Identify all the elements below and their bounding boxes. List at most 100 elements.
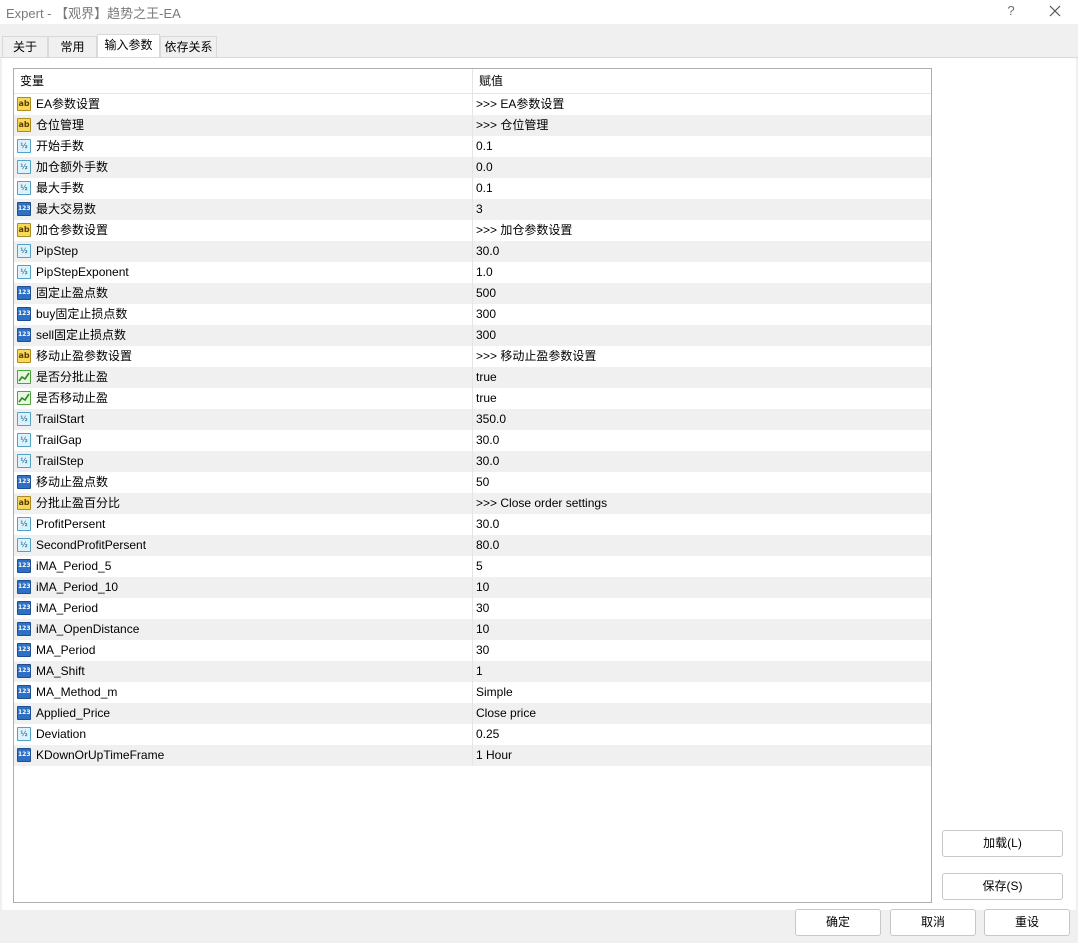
parameter-name-cell[interactable]: 是否分批止盈 xyxy=(14,367,473,388)
parameter-name-cell[interactable]: ab 仓位管理 xyxy=(14,115,473,136)
parameter-row[interactable]: 123 iMA_OpenDistance 10 xyxy=(14,619,931,640)
parameter-row[interactable]: 123 固定止盈点数 500 xyxy=(14,283,931,304)
parameter-name-cell[interactable]: ½ TrailStart xyxy=(14,409,473,430)
parameter-row[interactable]: 123 iMA_Period_10 10 xyxy=(14,577,931,598)
parameter-value-cell[interactable]: true xyxy=(473,367,931,388)
parameter-name-cell[interactable]: 123 MA_Shift xyxy=(14,661,473,682)
parameter-row[interactable]: 123 KDownOrUpTimeFrame 1 Hour xyxy=(14,745,931,766)
parameter-value-cell[interactable]: 350.0 xyxy=(473,409,931,430)
parameter-value-cell[interactable]: 80.0 xyxy=(473,535,931,556)
parameter-value-cell[interactable]: 3 xyxy=(473,199,931,220)
parameter-row[interactable]: ½ 开始手数 0.1 xyxy=(14,136,931,157)
parameter-row[interactable]: 123 Applied_Price Close price xyxy=(14,703,931,724)
tab-input-parameters[interactable]: 输入参数 xyxy=(97,34,160,58)
parameter-name-cell[interactable]: 123 Applied_Price xyxy=(14,703,473,724)
parameter-value-cell[interactable]: 30 xyxy=(473,640,931,661)
parameter-row[interactable]: ab 移动止盈参数设置 >>> 移动止盈参数设置 xyxy=(14,346,931,367)
parameter-row[interactable]: ab 仓位管理 >>> 仓位管理 xyxy=(14,115,931,136)
parameter-row[interactable]: ab 加仓参数设置 >>> 加仓参数设置 xyxy=(14,220,931,241)
parameter-name-cell[interactable]: ab 移动止盈参数设置 xyxy=(14,346,473,367)
cancel-button[interactable]: 取消 xyxy=(890,909,976,936)
parameter-value-cell[interactable]: 0.25 xyxy=(473,724,931,745)
ok-button[interactable]: 确定 xyxy=(795,909,881,936)
parameter-name-cell[interactable]: 123 KDownOrUpTimeFrame xyxy=(14,745,473,766)
parameter-row[interactable]: ½ 最大手数 0.1 xyxy=(14,178,931,199)
parameter-name-cell[interactable]: ½ ProfitPersent xyxy=(14,514,473,535)
parameter-value-cell[interactable]: 50 xyxy=(473,472,931,493)
parameter-value-cell[interactable]: true xyxy=(473,388,931,409)
parameter-name-cell[interactable]: ½ PipStepExponent xyxy=(14,262,473,283)
column-header-value[interactable]: 赋值 xyxy=(473,69,931,93)
parameter-row[interactable]: 是否移动止盈 true xyxy=(14,388,931,409)
parameter-name-cell[interactable]: ½ 最大手数 xyxy=(14,178,473,199)
parameter-value-cell[interactable]: 30.0 xyxy=(473,241,931,262)
parameter-value-cell[interactable]: 1 Hour xyxy=(473,745,931,766)
column-header-variable[interactable]: 变量 xyxy=(14,69,473,93)
help-icon[interactable]: ? xyxy=(1004,1,1018,21)
parameter-value-cell[interactable]: 5 xyxy=(473,556,931,577)
parameter-value-cell[interactable]: 1.0 xyxy=(473,262,931,283)
parameter-name-cell[interactable]: 123 iMA_Period xyxy=(14,598,473,619)
parameter-value-cell[interactable]: >>> EA参数设置 xyxy=(473,94,931,115)
parameter-value-cell[interactable]: >>> 仓位管理 xyxy=(473,115,931,136)
save-button[interactable]: 保存(S) xyxy=(942,873,1063,900)
parameter-value-cell[interactable]: 30.0 xyxy=(473,430,931,451)
parameter-row[interactable]: 123 移动止盈点数 50 xyxy=(14,472,931,493)
parameter-name-cell[interactable]: 123 iMA_Period_10 xyxy=(14,577,473,598)
parameter-value-cell[interactable]: 30.0 xyxy=(473,514,931,535)
parameter-value-cell[interactable]: 0.0 xyxy=(473,157,931,178)
parameter-value-cell[interactable]: >>> 移动止盈参数设置 xyxy=(473,346,931,367)
parameter-row[interactable]: ½ TrailStart 350.0 xyxy=(14,409,931,430)
parameter-row[interactable]: ab 分批止盈百分比 >>> Close order settings xyxy=(14,493,931,514)
parameter-row[interactable]: ½ ProfitPersent 30.0 xyxy=(14,514,931,535)
parameter-name-cell[interactable]: ½ Deviation xyxy=(14,724,473,745)
parameter-row[interactable]: ½ Deviation 0.25 xyxy=(14,724,931,745)
parameter-value-cell[interactable]: Simple xyxy=(473,682,931,703)
parameter-value-cell[interactable]: 0.1 xyxy=(473,136,931,157)
parameter-row[interactable]: 是否分批止盈 true xyxy=(14,367,931,388)
parameter-value-cell[interactable]: 300 xyxy=(473,304,931,325)
parameter-name-cell[interactable]: 123 iMA_Period_5 xyxy=(14,556,473,577)
parameter-name-cell[interactable]: 123 移动止盈点数 xyxy=(14,472,473,493)
parameter-name-cell[interactable]: ab EA参数设置 xyxy=(14,94,473,115)
parameter-row[interactable]: 123 iMA_Period 30 xyxy=(14,598,931,619)
parameter-row[interactable]: 123 MA_Shift 1 xyxy=(14,661,931,682)
parameter-name-cell[interactable]: 123 MA_Period xyxy=(14,640,473,661)
parameter-row[interactable]: ½ 加仓额外手数 0.0 xyxy=(14,157,931,178)
parameter-value-cell[interactable]: 30.0 xyxy=(473,451,931,472)
parameter-row[interactable]: ½ TrailGap 30.0 xyxy=(14,430,931,451)
parameter-row[interactable]: 123 sell固定止损点数 300 xyxy=(14,325,931,346)
tab-about[interactable]: 关于 xyxy=(2,36,48,57)
parameter-value-cell[interactable]: 10 xyxy=(473,577,931,598)
parameter-value-cell[interactable]: 0.1 xyxy=(473,178,931,199)
reset-button[interactable]: 重设 xyxy=(984,909,1070,936)
parameter-name-cell[interactable]: 123 iMA_OpenDistance xyxy=(14,619,473,640)
parameter-row[interactable]: ½ SecondProfitPersent 80.0 xyxy=(14,535,931,556)
parameter-value-cell[interactable]: 1 xyxy=(473,661,931,682)
parameter-value-cell[interactable]: 30 xyxy=(473,598,931,619)
parameter-row[interactable]: ½ PipStep 30.0 xyxy=(14,241,931,262)
parameter-name-cell[interactable]: ab 分批止盈百分比 xyxy=(14,493,473,514)
parameter-value-cell[interactable]: 500 xyxy=(473,283,931,304)
parameter-name-cell[interactable]: 123 buy固定止损点数 xyxy=(14,304,473,325)
parameter-value-cell[interactable]: >>> Close order settings xyxy=(473,493,931,514)
tab-dependencies[interactable]: 依存关系 xyxy=(160,36,217,57)
tab-common[interactable]: 常用 xyxy=(48,36,97,57)
parameter-name-cell[interactable]: ½ TrailStep xyxy=(14,451,473,472)
parameter-value-cell[interactable]: Close price xyxy=(473,703,931,724)
parameter-row[interactable]: ab EA参数设置 >>> EA参数设置 xyxy=(14,94,931,115)
parameter-name-cell[interactable]: 123 MA_Method_m xyxy=(14,682,473,703)
parameter-value-cell[interactable]: 300 xyxy=(473,325,931,346)
load-button[interactable]: 加载(L) xyxy=(942,830,1063,857)
parameter-name-cell[interactable]: ab 加仓参数设置 xyxy=(14,220,473,241)
parameter-name-cell[interactable]: ½ TrailGap xyxy=(14,430,473,451)
parameter-row[interactable]: 123 buy固定止损点数 300 xyxy=(14,304,931,325)
parameter-row[interactable]: 123 MA_Method_m Simple xyxy=(14,682,931,703)
parameter-row[interactable]: 123 iMA_Period_5 5 xyxy=(14,556,931,577)
parameter-name-cell[interactable]: 是否移动止盈 xyxy=(14,388,473,409)
parameter-name-cell[interactable]: ½ PipStep xyxy=(14,241,473,262)
parameter-value-cell[interactable]: 10 xyxy=(473,619,931,640)
parameter-name-cell[interactable]: ½ 加仓额外手数 xyxy=(14,157,473,178)
close-icon[interactable] xyxy=(1040,0,1070,22)
parameter-row[interactable]: ½ TrailStep 30.0 xyxy=(14,451,931,472)
